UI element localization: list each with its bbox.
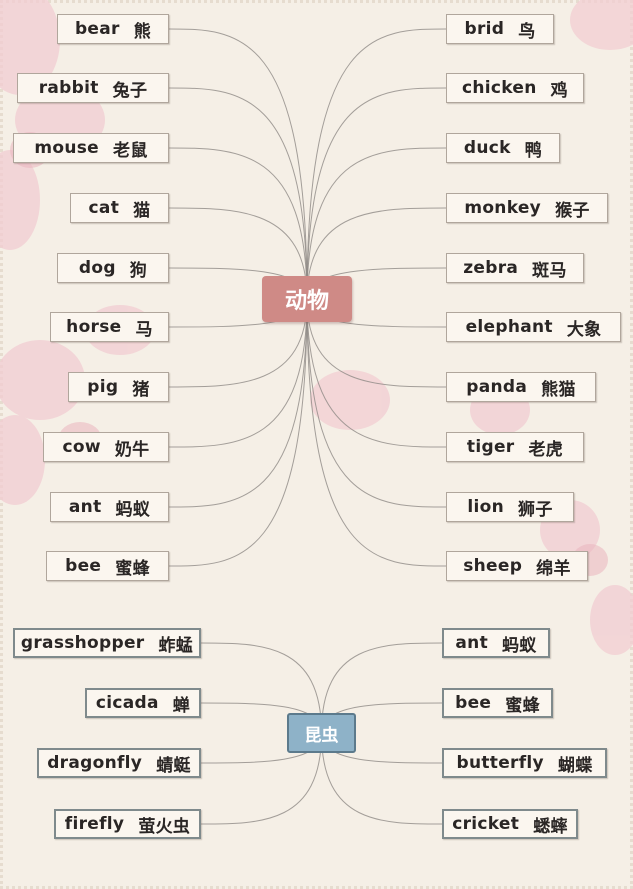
insect-node-bee: bee 蜜蜂 [442, 688, 553, 718]
animal-node-bee: bee 蜜蜂 [46, 551, 169, 581]
node-english: ant [455, 633, 488, 653]
node-english: dragonfly [47, 753, 143, 773]
animal-node-ant: ant 蚂蚁 [50, 492, 169, 522]
insect-node-butterfly: butterfly 蝴蝶 [442, 748, 607, 778]
connector-line [306, 87, 447, 300]
node-english: brid [464, 19, 505, 39]
node-chinese: 蜻蜓 [156, 755, 191, 776]
node-chinese: 蝉 [172, 695, 191, 716]
node-chinese: 熊 [133, 21, 152, 42]
animal-node-sheep: sheep 绵羊 [446, 551, 588, 581]
node-english: cow [62, 437, 101, 457]
animal-node-lion: lion 狮子 [446, 492, 574, 522]
node-english: zebra [463, 258, 519, 278]
node-english: elephant [465, 317, 553, 337]
node-chinese: 奶牛 [114, 439, 150, 460]
node-chinese: 鸡 [550, 80, 568, 101]
animal-node-rabbit: rabbit 兔子 [17, 73, 169, 103]
animal-node-brid: brid 鸟 [446, 14, 554, 44]
node-chinese: 蝴蝶 [557, 755, 593, 776]
animal-node-tiger: tiger 老虎 [446, 432, 584, 462]
animal-node-bear: bear 熊 [57, 14, 169, 44]
node-english: pig [87, 377, 119, 397]
node-chinese: 老鼠 [113, 140, 148, 161]
center-topic-insects: 昆虫 [287, 713, 356, 753]
connector-line [306, 28, 447, 300]
animal-node-mouse: mouse 老鼠 [13, 133, 169, 163]
node-chinese: 猫 [133, 200, 151, 221]
connector-line [168, 28, 308, 300]
node-chinese: 斑马 [532, 260, 567, 281]
node-english: butterfly [456, 753, 544, 773]
animal-node-cat: cat 猫 [70, 193, 169, 223]
node-chinese: 蜜蜂 [115, 558, 150, 579]
connector-line [306, 298, 447, 567]
insect-node-dragonfly: dragonfly 蜻蜓 [37, 748, 201, 778]
node-english: dog [78, 258, 116, 278]
node-chinese: 老虎 [528, 439, 564, 460]
animal-node-monkey: monkey 猴子 [446, 193, 608, 223]
node-chinese: 萤火虫 [138, 816, 191, 837]
node-chinese: 蟋蟀 [533, 816, 568, 837]
animal-node-dog: dog 狗 [57, 253, 169, 283]
animal-node-cow: cow 奶牛 [43, 432, 169, 462]
node-english: bee [65, 556, 102, 576]
animal-node-elephant: elephant 大象 [446, 312, 621, 342]
node-english: duck [463, 138, 511, 158]
node-english: firefly [64, 814, 125, 834]
node-chinese: 大象 [566, 319, 602, 340]
node-chinese: 猴子 [555, 200, 590, 221]
node-english: panda [466, 377, 528, 397]
connector-line [168, 298, 308, 567]
node-chinese: 马 [135, 319, 153, 340]
node-chinese: 蜜蜂 [505, 695, 540, 716]
node-english: cat [88, 198, 120, 218]
node-english: rabbit [38, 78, 99, 98]
animal-node-horse: horse 马 [50, 312, 169, 342]
node-chinese: 狮子 [518, 499, 553, 520]
node-english: chicken [462, 78, 537, 98]
node-english: cricket [452, 814, 520, 834]
center-topic-animals: 动物 [262, 276, 352, 322]
node-chinese: 绵羊 [536, 558, 571, 579]
insect-node-grasshopper: grasshopper 蚱蜢 [13, 628, 201, 658]
node-chinese: 蚂蚁 [502, 635, 537, 656]
node-english: monkey [464, 198, 542, 218]
animal-node-panda: panda 熊猫 [446, 372, 596, 402]
node-chinese: 鸭 [524, 140, 543, 161]
node-chinese: 猪 [132, 379, 150, 400]
node-english: sheep [463, 556, 523, 576]
node-english: horse [66, 317, 122, 337]
node-english: bear [74, 19, 120, 39]
node-chinese: 蚂蚁 [115, 499, 151, 520]
node-english: mouse [34, 138, 100, 158]
node-english: ant [68, 497, 102, 517]
animal-node-pig: pig 猪 [68, 372, 169, 402]
animal-node-chicken: chicken 鸡 [446, 73, 584, 103]
node-english: tiger [466, 437, 515, 457]
node-english: lion [467, 497, 505, 517]
node-chinese: 兔子 [112, 80, 148, 101]
node-chinese: 蚱蜢 [158, 635, 194, 656]
animal-node-zebra: zebra 斑马 [446, 253, 584, 283]
insect-node-ant: ant 蚂蚁 [442, 628, 550, 658]
node-english: grasshopper [20, 633, 145, 653]
node-chinese: 鸟 [518, 21, 536, 42]
insect-node-cricket: cricket 蟋蟀 [442, 809, 578, 839]
node-english: bee [455, 693, 492, 713]
node-chinese: 狗 [129, 260, 148, 281]
node-chinese: 熊猫 [541, 379, 576, 400]
node-english: cicada [95, 693, 159, 713]
connector-line [168, 87, 308, 300]
animal-node-duck: duck 鸭 [446, 133, 560, 163]
insect-node-firefly: firefly 萤火虫 [54, 809, 201, 839]
insect-node-cicada: cicada 蝉 [85, 688, 201, 718]
